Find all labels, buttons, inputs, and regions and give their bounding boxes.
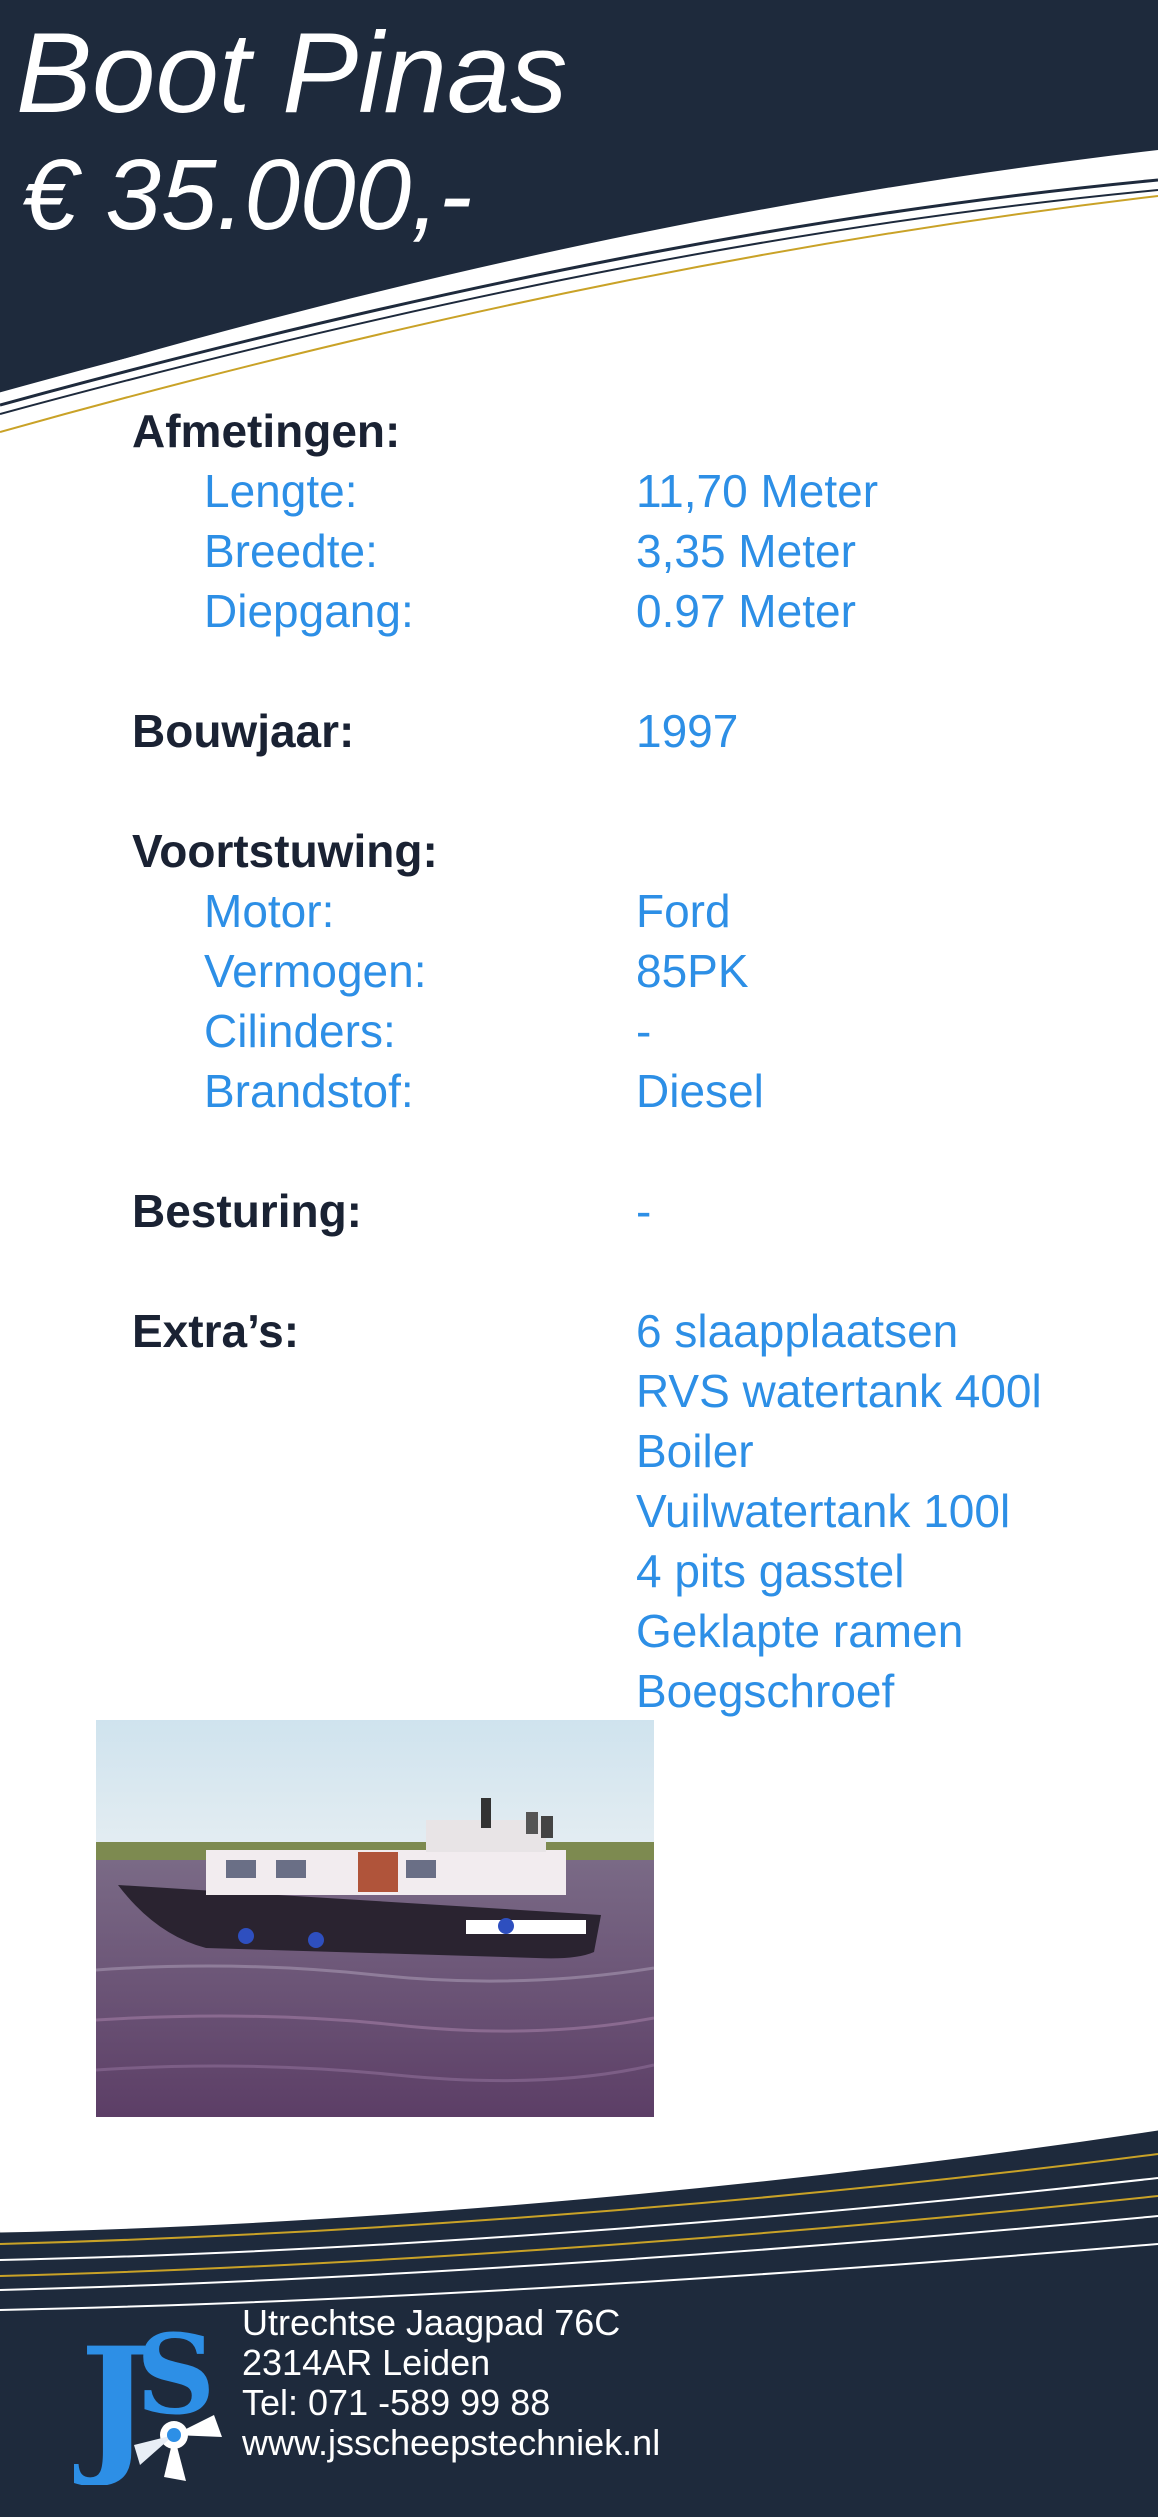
js-company-logo: J S	[74, 2310, 222, 2485]
motor-label: Motor:	[204, 885, 335, 937]
extras-item: Geklapte ramen	[636, 1605, 964, 1657]
cilinders-value: -	[636, 1005, 652, 1057]
besturing-heading: Besturing:	[132, 1185, 362, 1237]
breedte-label: Breedte:	[204, 525, 378, 577]
extras-item: 6 slaapplaatsen	[636, 1305, 959, 1357]
besturing-value: -	[636, 1185, 652, 1237]
extras-item: RVS watertank 400l	[636, 1365, 1042, 1417]
phone-number: Tel: 071 -589 99 88	[242, 2382, 551, 2423]
vermogen-label: Vermogen:	[204, 945, 427, 997]
address-postal-city: 2314AR Leiden	[242, 2342, 491, 2383]
website-link[interactable]: www.jsscheepstechniek.nl	[242, 2423, 660, 2463]
bouwjaar-value: 1997	[636, 705, 739, 757]
breedte-value: 3,35 Meter	[636, 525, 856, 577]
boat-price: € 35.000,-	[22, 139, 473, 251]
brandstof-label: Brandstof:	[204, 1065, 414, 1117]
diepgang-value: 0.97 Meter	[636, 585, 856, 637]
motor-value: Ford	[636, 885, 731, 937]
logo-s-glyph: S	[136, 2310, 215, 2439]
cilinders-label: Cilinders:	[204, 1005, 396, 1057]
afmetingen-heading: Afmetingen:	[132, 405, 401, 457]
extras-item: 4 pits gasstel	[636, 1545, 905, 1597]
extras-item: Boiler	[636, 1425, 754, 1477]
boat-photo	[96, 1720, 654, 2117]
contact-info: Utrechtse Jaagpad 76C 2314AR Leiden Tel:…	[242, 2303, 660, 2463]
diepgang-label: Diepgang:	[204, 585, 414, 637]
lengte-label: Lengte:	[204, 465, 358, 517]
bouwjaar-heading: Bouwjaar:	[132, 705, 355, 757]
vermogen-value: 85PK	[636, 945, 749, 997]
lengte-value: 11,70 Meter	[636, 465, 879, 517]
voortstuwing-heading: Voortstuwing:	[132, 825, 438, 877]
extras-heading: Extra’s:	[132, 1305, 300, 1357]
extras-item: Vuilwatertank 100l	[636, 1485, 1011, 1537]
boat-title: Boot Pinas	[16, 10, 568, 137]
brandstof-value: Diesel	[636, 1065, 764, 1117]
extras-item: Boegschroef	[636, 1665, 895, 1717]
address-street: Utrechtse Jaagpad 76C	[242, 2302, 621, 2343]
